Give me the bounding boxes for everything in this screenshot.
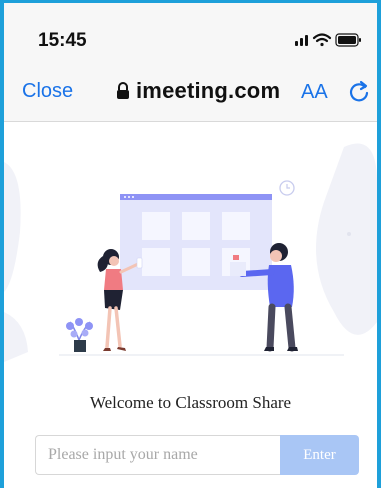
background-blob [4,312,28,362]
battery-icon [335,33,361,47]
classroom-illustration [4,143,377,362]
plant-icon [66,318,93,352]
status-time: 15:45 [38,30,87,51]
text-size-button[interactable]: AA [301,81,328,104]
reload-icon[interactable] [348,79,370,103]
wifi-icon [312,33,332,47]
enter-button[interactable]: Enter [280,435,359,475]
page-content: Welcome to Classroom Share Enter [4,122,377,488]
address-bar[interactable]: imeeting.com [116,78,280,104]
woman-figure [97,249,143,351]
background-blob [4,162,21,292]
lock-icon [117,82,129,99]
phone-screen: 15:45 Close imeeting.com AA Welcome to C… [4,3,377,488]
signal-icon [295,35,308,46]
background-blob [316,143,377,335]
browser-chrome: 15:45 Close imeeting.com AA [4,3,377,122]
welcome-heading: Welcome to Classroom Share [89,393,292,412]
name-input[interactable] [35,435,280,475]
url-text: imeeting.com [136,78,281,103]
close-button[interactable]: Close [22,80,73,103]
status-icons [277,29,365,51]
clock-icon [279,180,295,196]
decor-dot [347,232,351,236]
